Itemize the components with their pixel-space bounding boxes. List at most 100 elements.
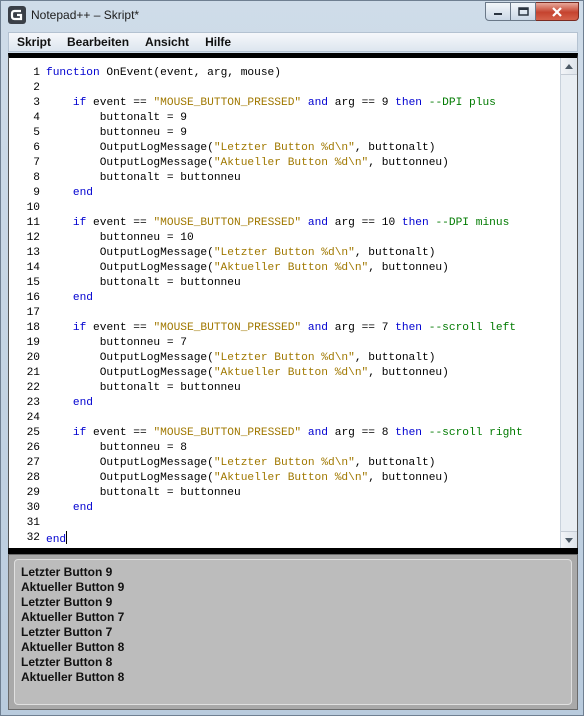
code-line[interactable]: 20 OutputLogMessage("Letzter Button %d\n… (9, 351, 557, 366)
line-number: 23 (26, 397, 40, 409)
code-text: OutputLogMessage("Letzter Button %d\n", … (46, 456, 436, 471)
code-line[interactable]: 23 end (9, 396, 557, 411)
code-line[interactable]: 6 OutputLogMessage("Letzter Button %d\n"… (9, 141, 557, 156)
code-line[interactable]: 4 buttonalt = 9 (9, 111, 557, 126)
scroll-up-button[interactable] (561, 58, 577, 75)
code-text: if event == "MOUSE_BUTTON_PRESSED" and a… (46, 321, 516, 336)
line-number: 29 (26, 487, 40, 499)
code-line[interactable]: 7 OutputLogMessage("Aktueller Button %d\… (9, 156, 557, 171)
menu-bearbeiten[interactable]: Bearbeiten (59, 33, 137, 51)
code-token: end (72, 397, 94, 409)
code-line[interactable]: 18 if event == "MOUSE_BUTTON_PRESSED" an… (9, 321, 557, 336)
text-cursor (66, 531, 68, 544)
line-number: 27 (26, 457, 40, 469)
title-bar[interactable]: Notepad++ – Skript* (1, 1, 583, 31)
line-number: 1 (33, 67, 40, 79)
code-line[interactable]: 2 (9, 81, 557, 96)
line-number: 30 (26, 502, 40, 514)
code-token: and (307, 217, 329, 229)
minimize-button[interactable] (485, 2, 511, 21)
menu-skript[interactable]: Skript (9, 33, 59, 51)
code-line[interactable]: 14 OutputLogMessage("Aktueller Button %d… (9, 261, 557, 276)
close-button[interactable] (536, 2, 579, 21)
code-line[interactable]: 12 buttonneu = 10 (9, 231, 557, 246)
code-line[interactable]: 29 buttonalt = buttonneu (9, 486, 557, 501)
code-text: buttonalt = buttonneu (46, 276, 241, 291)
line-number: 9 (33, 187, 40, 199)
code-line[interactable]: 5 buttonneu = 9 (9, 126, 557, 141)
code-line[interactable]: 3 if event == "MOUSE_BUTTON_PRESSED" and… (9, 96, 557, 111)
code-line[interactable]: 9 end (9, 186, 557, 201)
output-line: Letzter Button 7 (21, 625, 113, 639)
vertical-scrollbar[interactable] (560, 58, 577, 548)
code-line[interactable]: 22 buttonalt = buttonneu (9, 381, 557, 396)
code-line[interactable]: 24 (9, 411, 557, 426)
menu-hilfe[interactable]: Hilfe (197, 33, 239, 51)
code-line[interactable]: 8 buttonalt = buttonneu (9, 171, 557, 186)
menu-ansicht[interactable]: Ansicht (137, 33, 197, 51)
code-line[interactable]: 16 end (9, 291, 557, 306)
code-token: end (46, 534, 67, 546)
code-token: , buttonalt) (354, 247, 436, 259)
code-token: "MOUSE_BUTTON_PRESSED" (153, 322, 302, 334)
code-text: OutputLogMessage("Aktueller Button %d\n"… (46, 471, 449, 486)
code-token: "Aktueller Button %d\n" (213, 157, 369, 169)
code-text: OutputLogMessage("Letzter Button %d\n", … (46, 351, 436, 366)
code-token: OutputLogMessage( (46, 472, 214, 484)
code-line[interactable]: 25 if event == "MOUSE_BUTTON_PRESSED" an… (9, 426, 557, 441)
code-token: OutputLogMessage( (46, 142, 214, 154)
code-line[interactable]: 19 buttonneu = 7 (9, 336, 557, 351)
code-token: then (395, 322, 423, 334)
output-log[interactable]: Letzter Button 9 Aktueller Button 9 Letzte… (14, 559, 572, 705)
code-line[interactable]: 13 OutputLogMessage("Letzter Button %d\n… (9, 246, 557, 261)
code-line[interactable]: 28 OutputLogMessage("Aktueller Button %d… (9, 471, 557, 486)
code-token: buttonneu = 10 (46, 232, 194, 244)
code-token: and (307, 322, 329, 334)
code-line[interactable]: 30 end (9, 501, 557, 516)
code-text: if event == "MOUSE_BUTTON_PRESSED" and a… (46, 96, 496, 111)
app-window: Notepad++ – Skript* Skript Bearbeiten An… (0, 0, 584, 716)
line-number: 3 (33, 97, 40, 109)
line-number: 16 (26, 292, 40, 304)
code-token: --scroll left (428, 322, 517, 334)
code-line[interactable]: 1 function OnEvent(event, arg, mouse) (9, 66, 557, 81)
output-line: Letzter Button 9 (21, 565, 113, 579)
code-token: event == (86, 97, 154, 109)
code-token: , buttonalt) (354, 142, 436, 154)
code-token: end (72, 292, 94, 304)
code-token: and (307, 97, 329, 109)
code-token: end (72, 187, 94, 199)
code-line[interactable]: 11 if event == "MOUSE_BUTTON_PRESSED" an… (9, 216, 557, 231)
code-line[interactable]: 32 end (9, 531, 557, 546)
code-token: , buttonneu) (368, 367, 449, 379)
code-text: function OnEvent(event, arg, mouse) (46, 66, 281, 81)
code-line[interactable]: 17 (9, 306, 557, 321)
code-line[interactable]: 21 OutputLogMessage("Aktueller Button %d… (9, 366, 557, 381)
maximize-button[interactable] (511, 2, 536, 21)
code-token: event == (86, 427, 154, 439)
code-token: then (395, 97, 423, 109)
code-line[interactable]: 10 (9, 201, 557, 216)
code-token: OutputLogMessage( (46, 262, 214, 274)
output-line: Letzter Button 8 (21, 655, 113, 669)
line-number: 7 (33, 157, 40, 169)
code-token: OutputLogMessage( (46, 367, 214, 379)
code-token: OutputLogMessage( (46, 352, 214, 364)
code-line[interactable]: 27 OutputLogMessage("Letzter Button %d\n… (9, 456, 557, 471)
code-text: buttonneu = 8 (46, 441, 187, 456)
code-editor[interactable]: 1 function OnEvent(event, arg, mouse) 2 3 i… (8, 53, 578, 548)
code-area[interactable]: 1 function OnEvent(event, arg, mouse) 2 3 i… (9, 66, 557, 546)
line-number: 32 (26, 532, 40, 544)
code-line[interactable]: 26 buttonneu = 8 (9, 441, 557, 456)
scroll-down-button[interactable] (561, 531, 577, 548)
code-line[interactable]: 31 (9, 516, 557, 531)
line-number: 10 (26, 202, 40, 214)
line-number: 26 (26, 442, 40, 454)
output-line: Letzter Button 9 (21, 595, 113, 609)
code-line[interactable]: 15 buttonalt = buttonneu (9, 276, 557, 291)
code-text: OutputLogMessage("Letzter Button %d\n", … (46, 141, 436, 156)
